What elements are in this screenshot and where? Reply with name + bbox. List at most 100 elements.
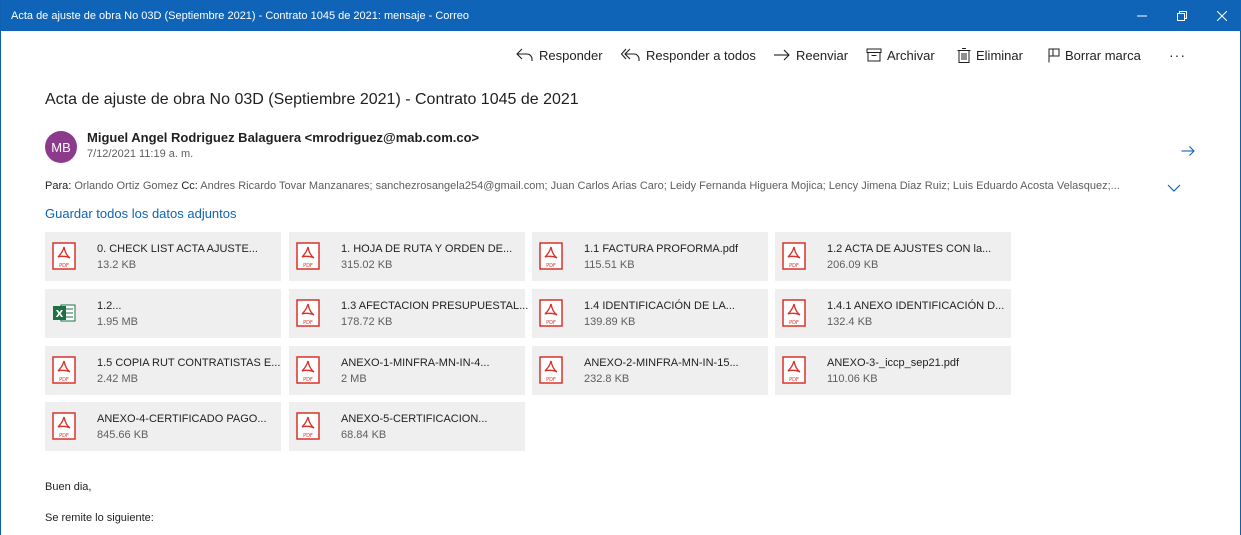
cc-recipients[interactable]: Andres Ricardo Tovar Manzanares; sanchez… <box>200 180 1120 192</box>
svg-text:PDF: PDF <box>59 263 69 269</box>
archive-icon <box>866 48 882 62</box>
attachment-name: 0. CHECK LIST ACTA AJUSTE... <box>97 243 258 255</box>
to-label: Para: <box>45 180 72 192</box>
attachment-name: ANEXO-1-MINFRA-MN-IN-4... <box>341 357 490 369</box>
attachment-name: 1.4.1 ANEXO IDENTIFICACIÓN D... <box>827 300 1005 312</box>
close-button[interactable] <box>1202 0 1241 31</box>
attachment-tile[interactable]: PDF ANEXO-4-CERTIFICADO PAGO... 845.66 KB <box>45 402 281 451</box>
avatar-initials: MB <box>51 139 71 155</box>
pdf-file-icon: PDF <box>539 299 563 327</box>
attachment-name: ANEXO-2-MINFRA-MN-IN-15... <box>584 357 739 369</box>
body-greeting: Buen dia, <box>45 481 92 493</box>
message-date: 7/12/2021 11:19 a. m. <box>87 148 194 160</box>
close-icon <box>1217 10 1227 21</box>
attachment-tile[interactable]: PDF 1.4 IDENTIFICACIÓN DE LA... 139.89 KB <box>532 289 768 338</box>
reply-button[interactable]: Responder <box>516 41 603 69</box>
mail-window: Acta de ajuste de obra No 03D (Septiembr… <box>0 0 1241 535</box>
trash-icon <box>957 47 971 63</box>
expand-recipients-button[interactable] <box>1167 180 1181 198</box>
pdf-file-icon: PDF <box>539 242 563 270</box>
minimize-button[interactable] <box>1122 0 1162 31</box>
flag-icon <box>1048 48 1060 62</box>
restore-icon <box>1177 10 1187 21</box>
title-bar: Acta de ajuste de obra No 03D (Septiembr… <box>1 0 1241 31</box>
forward-side-button[interactable] <box>1181 144 1195 162</box>
pdf-file-icon: PDF <box>782 356 806 384</box>
attachment-tile[interactable]: PDF 1.1 FACTURA PROFORMA.pdf 115.51 KB <box>532 232 768 281</box>
excel-file-icon: X <box>53 304 76 322</box>
attachment-name: 1.2 ACTA DE AJUSTES CON la... <box>827 243 992 255</box>
forward-label: Reenviar <box>796 47 849 63</box>
archive-button[interactable]: Archivar <box>866 41 935 69</box>
attachment-name: ANEXO-3-_iccp_sep21.pdf <box>827 357 960 369</box>
attachment-tile[interactable]: PDF ANEXO-1-MINFRA-MN-IN-4... 2 MB <box>289 346 525 395</box>
sender-name[interactable]: Miguel Angel Rodriguez Balaguera <mrodri… <box>87 130 479 145</box>
restore-button[interactable] <box>1162 0 1202 31</box>
attachment-tile[interactable]: PDF 1.4.1 ANEXO IDENTIFICACIÓN D... 132.4 … <box>775 289 1011 338</box>
attachment-size: 845.66 KB <box>97 429 149 441</box>
attachment-name: ANEXO-5-CERTIFICACION... <box>341 413 488 425</box>
pdf-file-icon: PDF <box>782 242 806 270</box>
attachment-tile[interactable]: PDF 0. CHECK LIST ACTA AJUSTE... 13.2 KB <box>45 232 281 281</box>
pdf-file-icon: PDF <box>782 299 806 327</box>
more-options-button[interactable]: ··· <box>1169 41 1186 69</box>
attachment-size: 206.09 KB <box>827 259 879 271</box>
archive-label: Archivar <box>887 47 935 63</box>
attachment-tile[interactable]: PDF ANEXO-5-CERTIFICACION... 68.84 KB <box>289 402 525 451</box>
attachment-name: 1.4 IDENTIFICACIÓN DE LA... <box>584 300 735 312</box>
delete-button[interactable]: Eliminar <box>957 41 1023 69</box>
forward-button[interactable]: Reenviar <box>773 41 848 69</box>
window-title: Acta de ajuste de obra No 03D (Septiembr… <box>11 10 469 22</box>
attachment-name: 1.1 FACTURA PROFORMA.pdf <box>584 243 739 255</box>
attachment-size: 68.84 KB <box>341 429 387 441</box>
attachment-name: 1.5 COPIA RUT CONTRATISTAS E... <box>97 357 281 369</box>
attachment-tile[interactable]: PDF 1. HOJA DE RUTA Y ORDEN DE... 315.02 K… <box>289 232 525 281</box>
reply-all-button[interactable]: Responder a todos <box>621 41 756 69</box>
attachment-name: 1. HOJA DE RUTA Y ORDEN DE... <box>341 243 513 255</box>
pdf-file-icon: PDF <box>52 242 76 270</box>
cc-label: Cc: <box>181 180 198 192</box>
svg-text:PDF: PDF <box>789 320 799 326</box>
pdf-file-icon: PDF <box>52 356 76 384</box>
avatar[interactable]: MB <box>45 131 77 163</box>
reply-label: Responder <box>539 47 603 63</box>
attachment-size: 2 MB <box>341 373 367 385</box>
attachment-size: 115.51 KB <box>584 259 635 271</box>
attachment-tile[interactable]: PDF 1.5 COPIA RUT CONTRATISTAS E... 2.42 M… <box>45 346 281 395</box>
svg-text:PDF: PDF <box>59 377 69 383</box>
attachment-size: 232.8 KB <box>584 373 630 385</box>
attachment-tile[interactable]: X 1.2... 1.95 MB <box>45 289 281 338</box>
attachment-tile[interactable]: PDF ANEXO-2-MINFRA-MN-IN-15... 232.8 KB <box>532 346 768 395</box>
reply-icon <box>516 48 533 61</box>
attachment-size: 178.72 KB <box>341 316 393 328</box>
svg-text:PDF: PDF <box>303 377 313 383</box>
svg-text:PDF: PDF <box>546 320 556 326</box>
svg-text:PDF: PDF <box>546 377 556 383</box>
attachment-tile[interactable]: PDF ANEXO-3-_iccp_sep21.pdf 110.06 KB <box>775 346 1011 395</box>
pdf-file-icon: PDF <box>539 356 563 384</box>
attachment-tile[interactable]: PDF 1.3 AFECTACION PRESUPUESTAL... 178.72 … <box>289 289 528 338</box>
svg-text:PDF: PDF <box>59 433 69 439</box>
arrow-right-icon <box>1181 146 1195 156</box>
message-subject: Acta de ajuste de obra No 03D (Septiembr… <box>45 91 579 108</box>
to-recipients[interactable]: Orlando Ortiz Gomez <box>74 180 178 192</box>
body-line: Se remite lo siguiente: <box>45 512 154 524</box>
reply-all-label: Responder a todos <box>646 47 756 63</box>
forward-arrow-icon <box>774 49 790 61</box>
clear-flag-label: Borrar marca <box>1065 47 1141 63</box>
pdf-file-icon: PDF <box>52 412 76 440</box>
attachment-size: 315.02 KB <box>341 259 393 271</box>
attachment-name: 1.2... <box>97 300 122 312</box>
svg-text:PDF: PDF <box>303 433 313 439</box>
delete-label: Eliminar <box>976 47 1023 63</box>
attachment-tile[interactable]: PDF 1.2 ACTA DE AJUSTES CON la... 206.09 K… <box>775 232 1011 281</box>
message-toolbar: Responder Responder a todos Reenviar Arc… <box>1 41 1240 69</box>
svg-text:PDF: PDF <box>303 320 313 326</box>
save-all-attachments-link[interactable]: Guardar todos los datos adjuntos <box>45 206 237 221</box>
pdf-file-icon: PDF <box>296 299 320 327</box>
attachment-size: 132.4 KB <box>827 316 873 328</box>
recipients-line: Para: Orlando Ortiz Gomez Cc: Andres Ric… <box>45 180 1155 192</box>
clear-flag-button[interactable]: Borrar marca <box>1048 41 1141 69</box>
svg-text:PDF: PDF <box>789 263 799 269</box>
attachment-size: 13.2 KB <box>97 259 137 271</box>
